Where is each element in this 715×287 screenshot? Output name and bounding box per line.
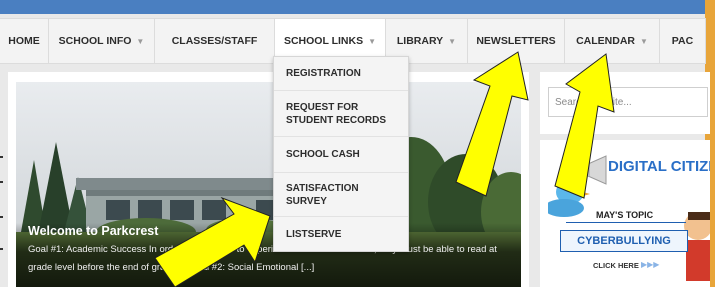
arrow-icon <box>154 196 271 287</box>
arrow-icon <box>455 51 529 197</box>
arrow-icon <box>554 53 615 199</box>
annotation-arrows <box>154 51 615 287</box>
